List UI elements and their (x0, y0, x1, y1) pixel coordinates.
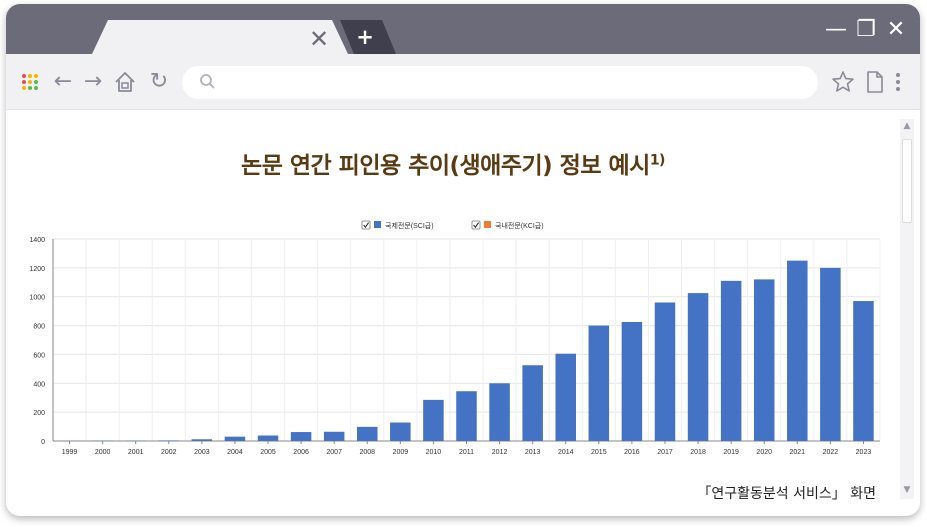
search-icon (200, 74, 215, 89)
page-title: 논문 연간 피인용 추이(생애주기) 정보 예시1) (6, 146, 900, 180)
bar-2006 (290, 432, 312, 441)
x-tick-label: 1999 (62, 449, 78, 456)
x-tick-label: 2005 (260, 449, 276, 456)
tab-close-icon[interactable]: ✕ (306, 26, 332, 52)
home-icon[interactable] (112, 68, 138, 96)
bar-2016 (621, 321, 643, 441)
scroll-down-arrow-icon[interactable]: ▼ (900, 483, 914, 497)
x-tick-label: 2013 (525, 449, 541, 456)
bar-2002 (158, 440, 180, 441)
y-tick-label: 400 (33, 381, 45, 388)
bar-2008 (357, 426, 378, 441)
page-icon[interactable] (862, 68, 888, 96)
minimize-icon[interactable]: — (824, 17, 848, 43)
citation-bar-chart: 0 200 400 600 800 1000 1200 1400 1999 2000 2001 200… (29, 220, 881, 456)
x-tick-label: 2006 (293, 449, 309, 456)
x-tick-label: 2003 (194, 449, 210, 456)
forward-icon[interactable]: → (80, 68, 106, 96)
bar-2012 (489, 383, 510, 441)
legend-checkbox[interactable] (471, 220, 481, 230)
x-tick-label: 2019 (723, 449, 739, 456)
bar-2020 (753, 279, 775, 441)
x-tick-label: 2016 (624, 449, 640, 456)
y-tick-label: 0 (41, 439, 45, 446)
x-tick-label: 2009 (393, 449, 409, 456)
footnote-marker: 1) (649, 152, 666, 169)
maximize-icon[interactable]: ❐ (854, 17, 878, 43)
toolbar: ← → ↻ (6, 54, 920, 110)
x-tick-label: 2014 (558, 449, 574, 456)
bar-2015 (588, 325, 610, 441)
y-tick-label: 1400 (29, 237, 45, 244)
legend-checkbox[interactable] (361, 220, 371, 230)
x-tick-label: 2012 (492, 449, 508, 456)
bar-2014 (555, 353, 576, 441)
y-tick-label: 800 (33, 324, 45, 331)
x-tick-label: 2021 (790, 449, 806, 456)
page-content: 논문 연간 피인용 추이(생애주기) 정보 예시1) 0 200 400 600 800… (6, 111, 920, 516)
scroll-up-arrow-icon[interactable]: ▲ (900, 119, 914, 133)
bar-2011 (456, 391, 477, 441)
bar-2010 (423, 399, 444, 441)
x-tick-label: 2018 (690, 449, 706, 456)
x-tick-label: 2022 (823, 449, 839, 456)
bar-2018 (687, 293, 709, 441)
plus-icon[interactable]: + (354, 25, 376, 49)
page-title-text: 논문 연간 피인용 추이(생애주기) 정보 예시 (241, 153, 650, 179)
more-icon[interactable] (890, 68, 906, 96)
screen-caption: 「연구활동분석 서비스」 화면 (697, 486, 876, 502)
bar-2023 (853, 301, 874, 441)
address-bar[interactable] (182, 66, 818, 99)
reload-icon[interactable]: ↻ (146, 68, 172, 96)
legend-label: 국제전문(SCI급) (385, 221, 434, 230)
x-tick-label: 2008 (359, 449, 375, 456)
bar-2017 (654, 302, 676, 441)
back-icon[interactable]: ← (50, 68, 76, 96)
x-tick-label: 2000 (95, 449, 111, 456)
x-tick-label: 2004 (227, 449, 243, 456)
close-icon[interactable]: ✕ (884, 17, 908, 43)
bar-2022 (820, 267, 841, 441)
apps-icon[interactable] (22, 74, 40, 92)
scroll-thumb[interactable] (902, 139, 912, 223)
x-tick-label: 2015 (591, 449, 607, 456)
x-tick-label: 2001 (128, 449, 144, 456)
x-tick-label: 2007 (326, 449, 342, 456)
x-tick-label: 2010 (426, 449, 442, 456)
bar-2007 (323, 431, 345, 441)
x-tick-label: 2020 (756, 449, 772, 456)
bar-2021 (787, 260, 808, 441)
y-tick-label: 200 (33, 410, 45, 417)
vertical-scrollbar[interactable]: ▲ ▼ (900, 119, 914, 499)
bar-2009 (390, 422, 411, 441)
y-tick-label: 1200 (29, 266, 45, 273)
bar-2004 (224, 436, 246, 441)
legend-swatch (484, 221, 491, 228)
x-tick-label: 2017 (657, 449, 673, 456)
bar-2003 (191, 439, 213, 441)
address-input[interactable] (226, 70, 806, 95)
x-tick-label: 2023 (856, 449, 872, 456)
x-tick-label: 2002 (161, 449, 177, 456)
bar-2005 (257, 435, 279, 441)
y-tick-label: 600 (33, 352, 45, 359)
title-bar: ✕ + — ❐ ✕ (6, 4, 920, 54)
star-icon[interactable] (830, 68, 856, 96)
x-tick-label: 2011 (459, 449, 474, 456)
y-tick-label: 1000 (29, 295, 45, 302)
bar-2019 (720, 280, 742, 441)
legend-swatch (374, 221, 381, 228)
legend-label: 국내전문(KCI급) (495, 221, 544, 230)
browser-window: ✕ + — ❐ ✕ ← → ↻ 논문 연간 피인용 추이(생애주기) 정보 예시… (6, 4, 920, 516)
bar-2013 (522, 365, 543, 441)
